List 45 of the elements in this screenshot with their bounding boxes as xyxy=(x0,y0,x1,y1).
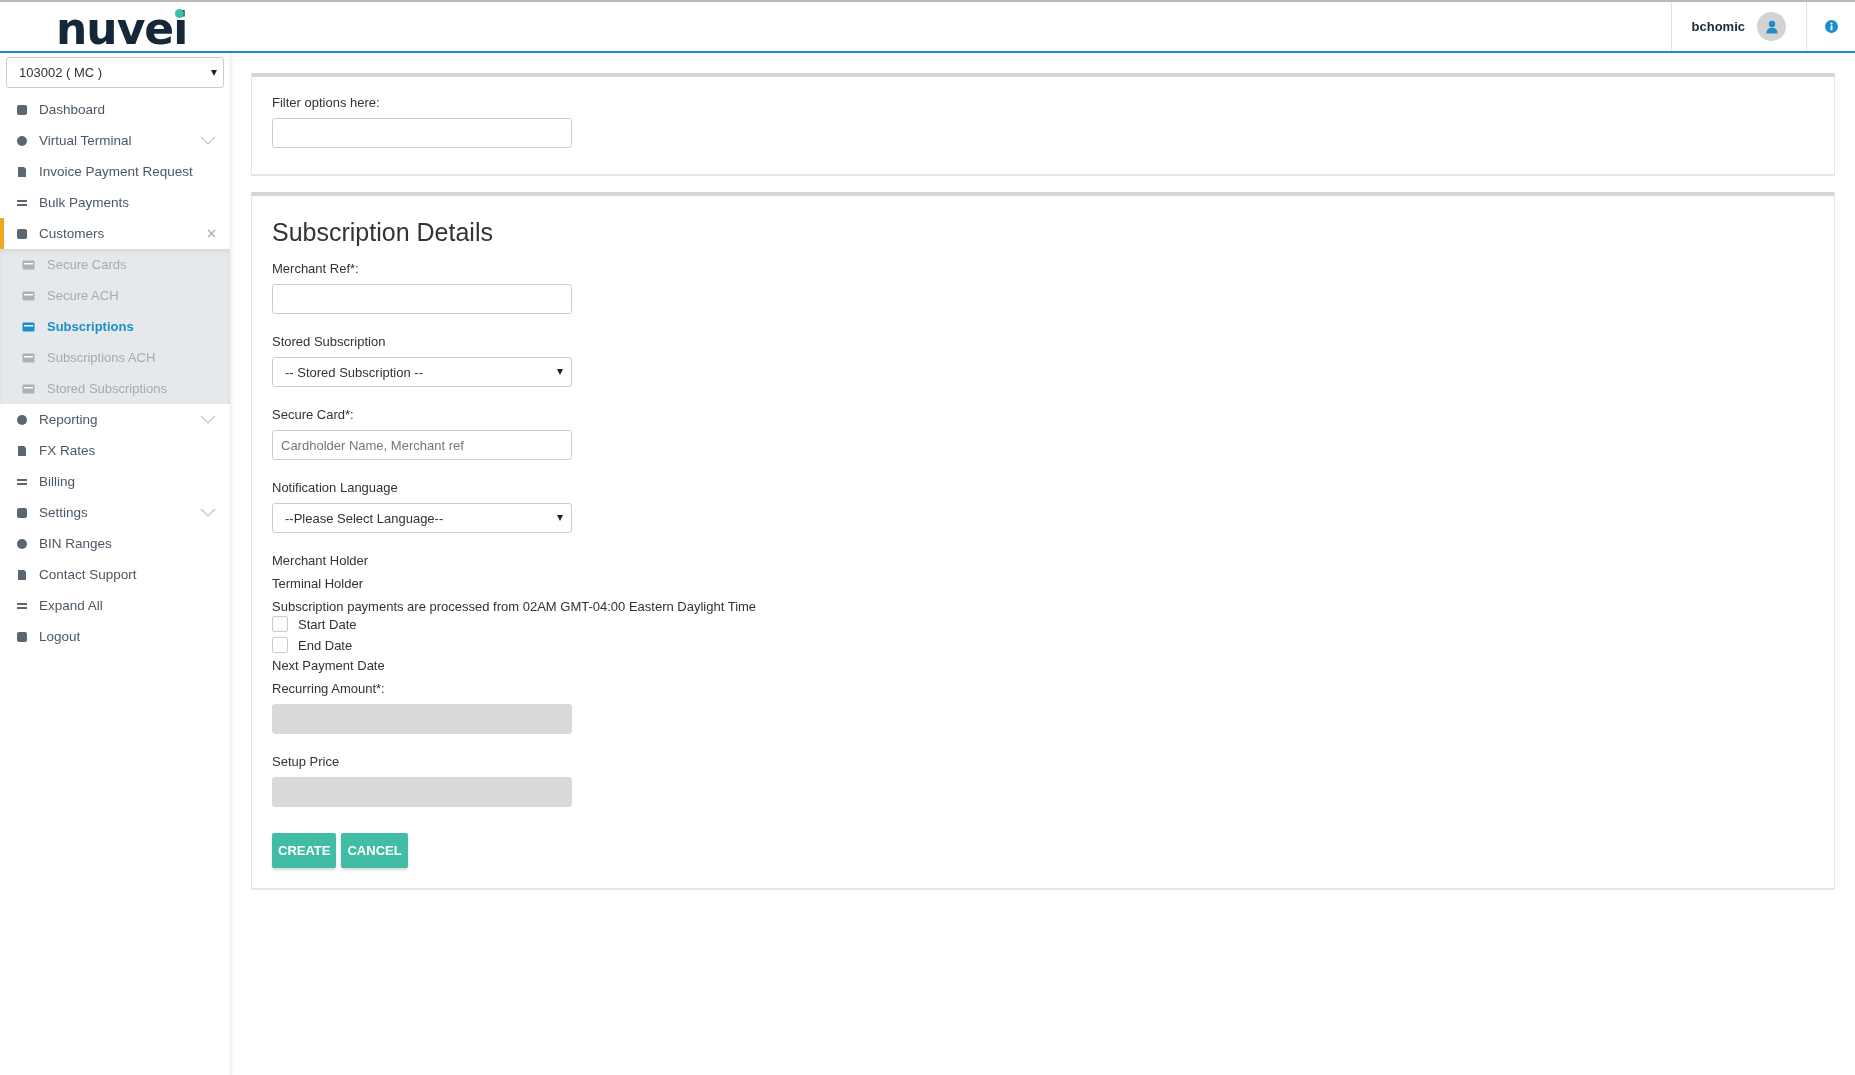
close-icon[interactable] xyxy=(207,229,216,238)
checkbox[interactable] xyxy=(272,637,288,653)
chevron-down-icon[interactable] xyxy=(200,415,216,424)
field-label: Setup Price xyxy=(272,754,341,769)
sidebar-item[interactable]: Bulk Payments xyxy=(0,187,230,218)
field-label: Stored Subscription xyxy=(272,334,387,349)
dropdown[interactable]: --Please Select Language-- xyxy=(272,503,572,533)
field-label: Notification Language xyxy=(272,480,399,495)
section-title: Subscription Details xyxy=(272,218,493,247)
dropdown[interactable]: -- Stored Subscription -- xyxy=(272,357,572,387)
account-select[interactable]: 103002 ( MC ) xyxy=(6,57,224,88)
field-label: Filter options here: xyxy=(272,95,381,110)
sidebar-item[interactable]: Expand All xyxy=(0,590,230,621)
sidebar-item[interactable]: BIN Ranges xyxy=(0,528,230,559)
sidebar-item[interactable]: Dashboard xyxy=(0,94,230,125)
field-label: Secure Card*: xyxy=(272,407,355,422)
input-field[interactable] xyxy=(272,284,572,314)
sidebar-item[interactable]: Invoice Payment Request xyxy=(0,156,230,187)
chevron-down-icon[interactable] xyxy=(200,136,216,145)
avatar-icon[interactable] xyxy=(1757,12,1786,41)
sidebar-item[interactable]: Virtual Terminal xyxy=(0,125,230,156)
caret-icon xyxy=(557,369,563,375)
input-field[interactable]: Cardholder Name, Merchant ref xyxy=(272,430,572,460)
sidebar-item[interactable]: Logout xyxy=(0,621,230,652)
field-label: Recurring Amount*: xyxy=(272,681,386,696)
sidebar-item[interactable]: Settings xyxy=(0,497,230,528)
filter-field[interactable] xyxy=(272,118,572,148)
caret-icon xyxy=(211,69,217,76)
sidebar-item[interactable]: Contact Support xyxy=(0,559,230,590)
checkbox-label: Start Date xyxy=(298,616,357,632)
sidebar-item[interactable]: Reporting xyxy=(0,404,230,435)
sidebar-item[interactable]: Billing xyxy=(0,466,230,497)
info-text: Subscription payments are processed from 02AM GMT-04:00 Eastern Daylight Time xyxy=(272,599,757,614)
info-text: Merchant Holder xyxy=(272,553,369,568)
checkbox-label: End Date xyxy=(298,637,353,653)
username[interactable]: bchomic xyxy=(1670,2,1757,51)
info-text: Terminal Holder xyxy=(272,576,364,591)
info-icon[interactable] xyxy=(1824,20,1838,33)
field-label: Merchant Ref*: xyxy=(272,261,360,276)
caret-icon xyxy=(557,515,563,521)
sidebar-item[interactable]: FX Rates xyxy=(0,435,230,466)
info-text: Next Payment Date xyxy=(272,658,385,673)
checkbox[interactable] xyxy=(272,616,288,632)
chevron-down-icon[interactable] xyxy=(200,508,216,517)
logo: nuvei xyxy=(56,7,188,51)
